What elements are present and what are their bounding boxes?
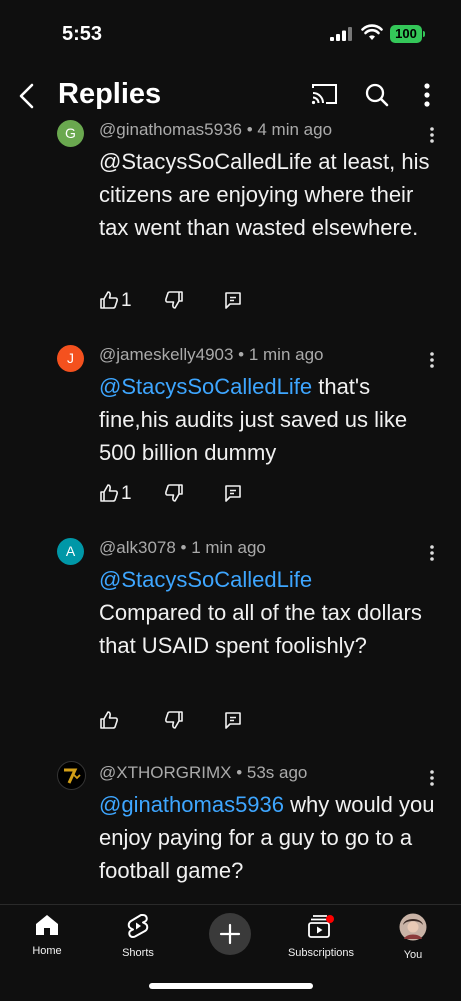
battery-cap <box>423 31 425 37</box>
more-options-icon[interactable] <box>422 82 432 108</box>
avatar[interactable] <box>57 761 86 790</box>
avatar-logo-icon <box>64 768 81 784</box>
create-button[interactable] <box>209 913 251 955</box>
avatar[interactable]: A <box>57 538 84 565</box>
comment-text: @StacysSoCalledLife that's fine,his audi… <box>99 370 439 469</box>
home-icon <box>36 915 58 935</box>
reply-icon[interactable] <box>223 290 243 310</box>
subscriptions-icon <box>308 915 334 938</box>
mention-link[interactable]: @ginathomas5936 <box>99 792 284 817</box>
comment-meta: @alk3078 • 1 min ago <box>99 538 266 557</box>
profile-avatar <box>399 913 427 941</box>
tab-label: You <box>403 949 423 961</box>
like-icon[interactable] <box>99 483 119 503</box>
dislike-icon[interactable] <box>164 710 184 730</box>
wifi-icon <box>361 24 383 40</box>
tab-you[interactable]: You <box>373 913 453 961</box>
like-count: 1 <box>121 483 132 504</box>
battery-icon: 100 <box>390 25 422 43</box>
tab-subscriptions[interactable]: Subscriptions <box>281 913 361 959</box>
mention-link[interactable]: @StacysSoCalledLife <box>99 374 312 399</box>
clock: 5:53 <box>62 23 103 45</box>
comment-more-icon[interactable] <box>424 351 440 371</box>
like-icon[interactable] <box>99 290 119 310</box>
comment-meta: @ginathomas5936 • 4 min ago <box>99 120 333 139</box>
comment-more-icon[interactable] <box>424 769 440 789</box>
dislike-icon[interactable] <box>164 290 184 310</box>
tab-label: Subscriptions <box>287 947 355 959</box>
plus-icon <box>219 923 241 945</box>
tab-home[interactable]: Home <box>7 913 87 957</box>
cast-icon[interactable] <box>311 82 339 106</box>
page-title: Replies <box>58 78 162 110</box>
comment-text: @ginathomas5936 why would you enjoy payi… <box>99 788 439 887</box>
mention-link[interactable]: @StacysSoCalledLife <box>99 149 312 174</box>
comment-text: @StacysSoCalledLife Compared to all of th… <box>99 563 439 662</box>
comment-more-icon[interactable] <box>424 126 440 146</box>
tab-label: Shorts <box>122 947 154 959</box>
search-icon[interactable] <box>364 82 390 108</box>
reply-icon[interactable] <box>223 710 243 730</box>
comment-more-icon[interactable] <box>424 544 440 564</box>
shorts-icon <box>127 914 149 938</box>
cellular-signal-icon <box>330 27 352 41</box>
comment-body: Compared to all of the tax dollars that … <box>99 600 422 658</box>
comment-text: @StacysSoCalledLife at least, his citize… <box>99 145 439 244</box>
reply-icon[interactable] <box>223 483 243 503</box>
avatar[interactable]: G <box>57 120 84 147</box>
tab-label: Home <box>32 945 62 957</box>
tab-shorts[interactable]: Shorts <box>98 913 178 959</box>
like-count: 1 <box>121 290 132 311</box>
status-bar: 5:53 100 <box>0 0 461 70</box>
mention-link[interactable]: @StacysSoCalledLife <box>99 563 439 596</box>
home-indicator[interactable] <box>149 983 313 989</box>
dislike-icon[interactable] <box>164 483 184 503</box>
back-arrow-icon[interactable] <box>16 82 38 110</box>
comment-meta: @XTHORGRIMX • 53s ago <box>99 763 308 782</box>
like-icon[interactable] <box>99 710 119 730</box>
comment-meta: @jameskelly4903 • 1 min ago <box>99 345 324 364</box>
avatar[interactable]: J <box>57 345 84 372</box>
header: Replies <box>0 70 461 120</box>
